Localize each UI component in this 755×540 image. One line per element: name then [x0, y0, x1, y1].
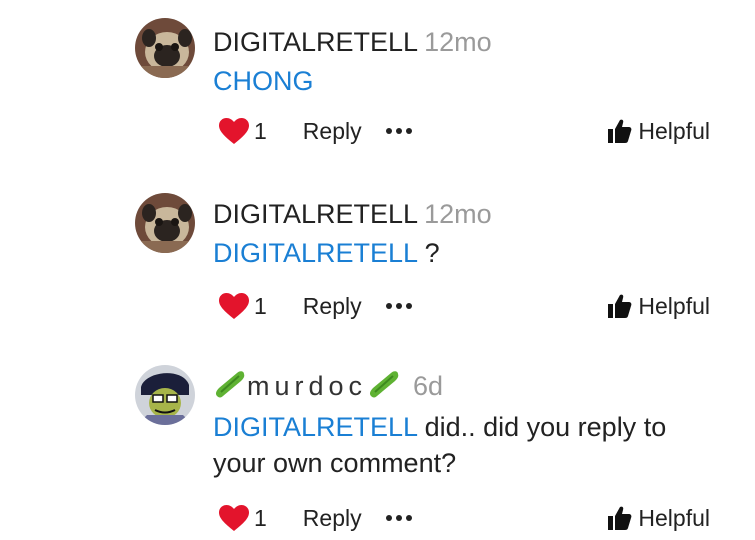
like-button[interactable]: 1 [218, 504, 267, 532]
comment-text: CHONG [213, 63, 725, 99]
like-count: 1 [254, 117, 267, 144]
comment-text: DIGITALRETELL did.. did you reply to you… [213, 409, 725, 481]
helpful-label: Helpful [638, 117, 710, 144]
mention-link[interactable]: DIGITALRETELL [213, 412, 417, 442]
heart-icon [219, 293, 249, 319]
username[interactable]: DIGITALRETELL [213, 199, 418, 229]
username[interactable]: DIGITALRETELL [213, 27, 418, 57]
username[interactable]: murdoc [247, 371, 367, 401]
thumbs-up-icon [608, 506, 632, 530]
mention-link[interactable]: DIGITALRETELL [213, 238, 417, 268]
helpful-button[interactable]: Helpful [606, 118, 710, 145]
pug-avatar-image [135, 18, 195, 78]
like-button[interactable]: 1 [218, 292, 267, 320]
pug-avatar-image [135, 193, 195, 253]
comment-actions: 1 Reply Helpful [218, 500, 710, 536]
timestamp: 12mo [424, 27, 492, 57]
comment-actions: 1 Reply Helpful [218, 288, 710, 324]
comment-actions: 1 Reply Helpful [218, 113, 710, 149]
avatar[interactable] [135, 365, 195, 425]
thumbs-up-icon [608, 294, 632, 318]
avatar[interactable] [135, 18, 195, 78]
cucumber-icon [215, 371, 245, 398]
heart-icon [219, 505, 249, 531]
helpful-button[interactable]: Helpful [606, 505, 710, 532]
like-count: 1 [254, 504, 267, 531]
helpful-label: Helpful [638, 504, 710, 531]
helpful-button[interactable]: Helpful [606, 293, 710, 320]
comment-2: DIGITALRETELL 12mo DIGITALRETELL ? 1 Repl… [0, 170, 755, 350]
comment-header: murdoc 6d [213, 369, 725, 403]
avatar[interactable] [135, 193, 195, 253]
helpful-label: Helpful [638, 292, 710, 319]
reply-button[interactable]: Reply [303, 293, 362, 320]
comment-text: DIGITALRETELL ? [213, 235, 725, 271]
comment-body: ? [417, 238, 440, 268]
comment-1: DIGITALRETELL 12mo CHONG 1 Reply Helpful [0, 0, 755, 170]
heart-icon [219, 118, 249, 144]
comment-3: murdoc 6d DIGITALRETELL did.. did you re… [0, 350, 755, 540]
reply-button[interactable]: Reply [303, 118, 362, 145]
reply-button[interactable]: Reply [303, 505, 362, 532]
cucumber-icon [369, 371, 399, 398]
timestamp: 6d [413, 371, 444, 401]
comment-header: DIGITALRETELL 12mo [213, 197, 725, 231]
like-count: 1 [254, 292, 267, 319]
timestamp: 12mo [424, 199, 492, 229]
cartoon-avatar-image [135, 365, 195, 425]
thumbs-up-icon [608, 119, 632, 143]
comment-header: DIGITALRETELL 12mo [213, 25, 725, 59]
more-options-icon[interactable] [385, 128, 412, 134]
like-button[interactable]: 1 [218, 117, 267, 145]
more-options-icon[interactable] [385, 515, 412, 521]
more-options-icon[interactable] [385, 303, 412, 309]
mention-link[interactable]: CHONG [213, 66, 314, 96]
